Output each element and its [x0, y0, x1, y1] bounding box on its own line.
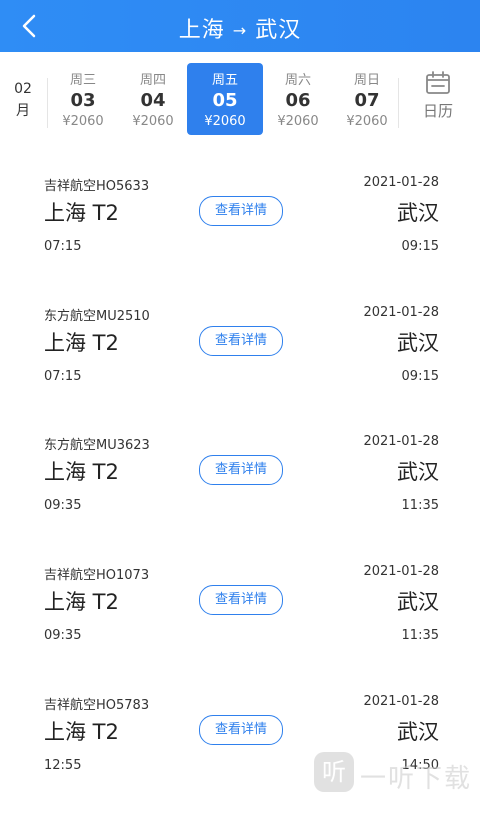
flight-item[interactable]: 东方航空MU3623 2021-01-28 上海 T2 查看详情 武汉 09:3… — [0, 434, 480, 564]
route-destination: 武汉 — [255, 18, 302, 43]
date-price: ¥2060 — [277, 114, 319, 129]
flight-origin: 上海 T2 — [44, 590, 119, 614]
flight-airline: 吉祥航空HO5633 — [44, 179, 150, 194]
view-details-button[interactable]: 查看详情 — [199, 715, 283, 745]
date-day: 05 — [212, 90, 238, 111]
month-label: 02 月 — [6, 78, 40, 122]
date-tab-1[interactable]: 周四 04 ¥2060 — [115, 63, 191, 135]
date-price: ¥2060 — [204, 114, 246, 129]
departure-time: 07:15 — [44, 239, 82, 254]
flight-airline: 东方航空MU3623 — [44, 438, 150, 453]
departure-time: 09:35 — [44, 628, 82, 643]
arrival-time: 11:35 — [401, 498, 439, 513]
date-weekday: 周四 — [139, 73, 166, 88]
flight-date: 2021-01-28 — [363, 434, 439, 449]
flight-origin: 上海 T2 — [44, 331, 119, 355]
calendar-button[interactable]: 日历 — [408, 70, 468, 121]
arrival-time: 11:35 — [401, 628, 439, 643]
date-day: 07 — [354, 90, 380, 111]
calendar-label: 日历 — [422, 102, 453, 120]
date-day: 06 — [285, 90, 311, 111]
arrival-time: 09:15 — [401, 239, 439, 254]
date-day: 04 — [140, 90, 166, 111]
flight-date: 2021-01-28 — [363, 175, 439, 190]
date-price: ¥2060 — [132, 114, 174, 129]
date-price: ¥2060 — [346, 114, 388, 129]
flight-destination: 武汉 — [397, 201, 439, 225]
arrival-time: 09:15 — [401, 369, 439, 384]
date-weekday: 周日 — [353, 73, 380, 88]
flight-destination: 武汉 — [397, 460, 439, 484]
flight-date: 2021-01-28 — [363, 694, 439, 709]
flight-origin: 上海 T2 — [44, 720, 119, 744]
departure-time: 07:15 — [44, 369, 82, 384]
watermark: 听 一听下载 — [310, 748, 480, 800]
date-tab-2-selected[interactable]: 周五 05 ¥2060 — [187, 63, 263, 135]
route-arrow: → — [232, 21, 248, 40]
departure-time: 09:35 — [44, 498, 82, 513]
calendar-icon — [426, 71, 450, 94]
view-details-button[interactable]: 查看详情 — [199, 585, 283, 615]
date-tab-3[interactable]: 周六 06 ¥2060 — [260, 63, 336, 135]
watermark-logo: 听 — [314, 752, 354, 792]
month-unit: 月 — [16, 103, 30, 119]
flight-destination: 武汉 — [397, 590, 439, 614]
flight-origin: 上海 T2 — [44, 201, 119, 225]
date-tab-4[interactable]: 周日 07 ¥2060 — [329, 63, 405, 135]
flight-destination: 武汉 — [397, 331, 439, 355]
flight-date: 2021-01-28 — [363, 305, 439, 320]
route-origin: 上海 — [178, 18, 225, 43]
flight-airline: 吉祥航空HO5783 — [44, 698, 150, 713]
date-weekday: 周六 — [284, 73, 311, 88]
view-details-button[interactable]: 查看详情 — [199, 196, 283, 226]
flight-airline: 吉祥航空HO1073 — [44, 568, 150, 583]
flight-date: 2021-01-28 — [363, 564, 439, 579]
date-price: ¥2060 — [62, 114, 104, 129]
flight-airline: 东方航空MU2510 — [44, 309, 150, 324]
route-title: 上海 → 武汉 — [0, 12, 480, 44]
flight-item[interactable]: 吉祥航空HO1073 2021-01-28 上海 T2 查看详情 武汉 09:3… — [0, 564, 480, 694]
date-weekday: 周三 — [69, 73, 96, 88]
watermark-text: 一听下载 — [360, 764, 473, 794]
month-number: 02 — [14, 81, 32, 97]
flight-destination: 武汉 — [397, 720, 439, 744]
flight-item[interactable]: 吉祥航空HO5633 2021-01-28 上海 T2 查看详情 武汉 07:1… — [0, 175, 480, 305]
date-weekday: 周五 — [211, 73, 238, 88]
header-bar: 上海 → 武汉 — [0, 0, 480, 52]
view-details-button[interactable]: 查看详情 — [199, 326, 283, 356]
departure-time: 12:55 — [44, 758, 82, 773]
flight-origin: 上海 T2 — [44, 460, 119, 484]
date-selector: 02 月 周三 03 ¥2060 周四 04 ¥2060 周五 05 ¥2060… — [0, 52, 480, 142]
divider — [398, 78, 399, 128]
date-day: 03 — [70, 90, 96, 111]
flight-item[interactable]: 东方航空MU2510 2021-01-28 上海 T2 查看详情 武汉 07:1… — [0, 305, 480, 435]
view-details-button[interactable]: 查看详情 — [199, 455, 283, 485]
date-tab-0[interactable]: 周三 03 ¥2060 — [45, 63, 121, 135]
